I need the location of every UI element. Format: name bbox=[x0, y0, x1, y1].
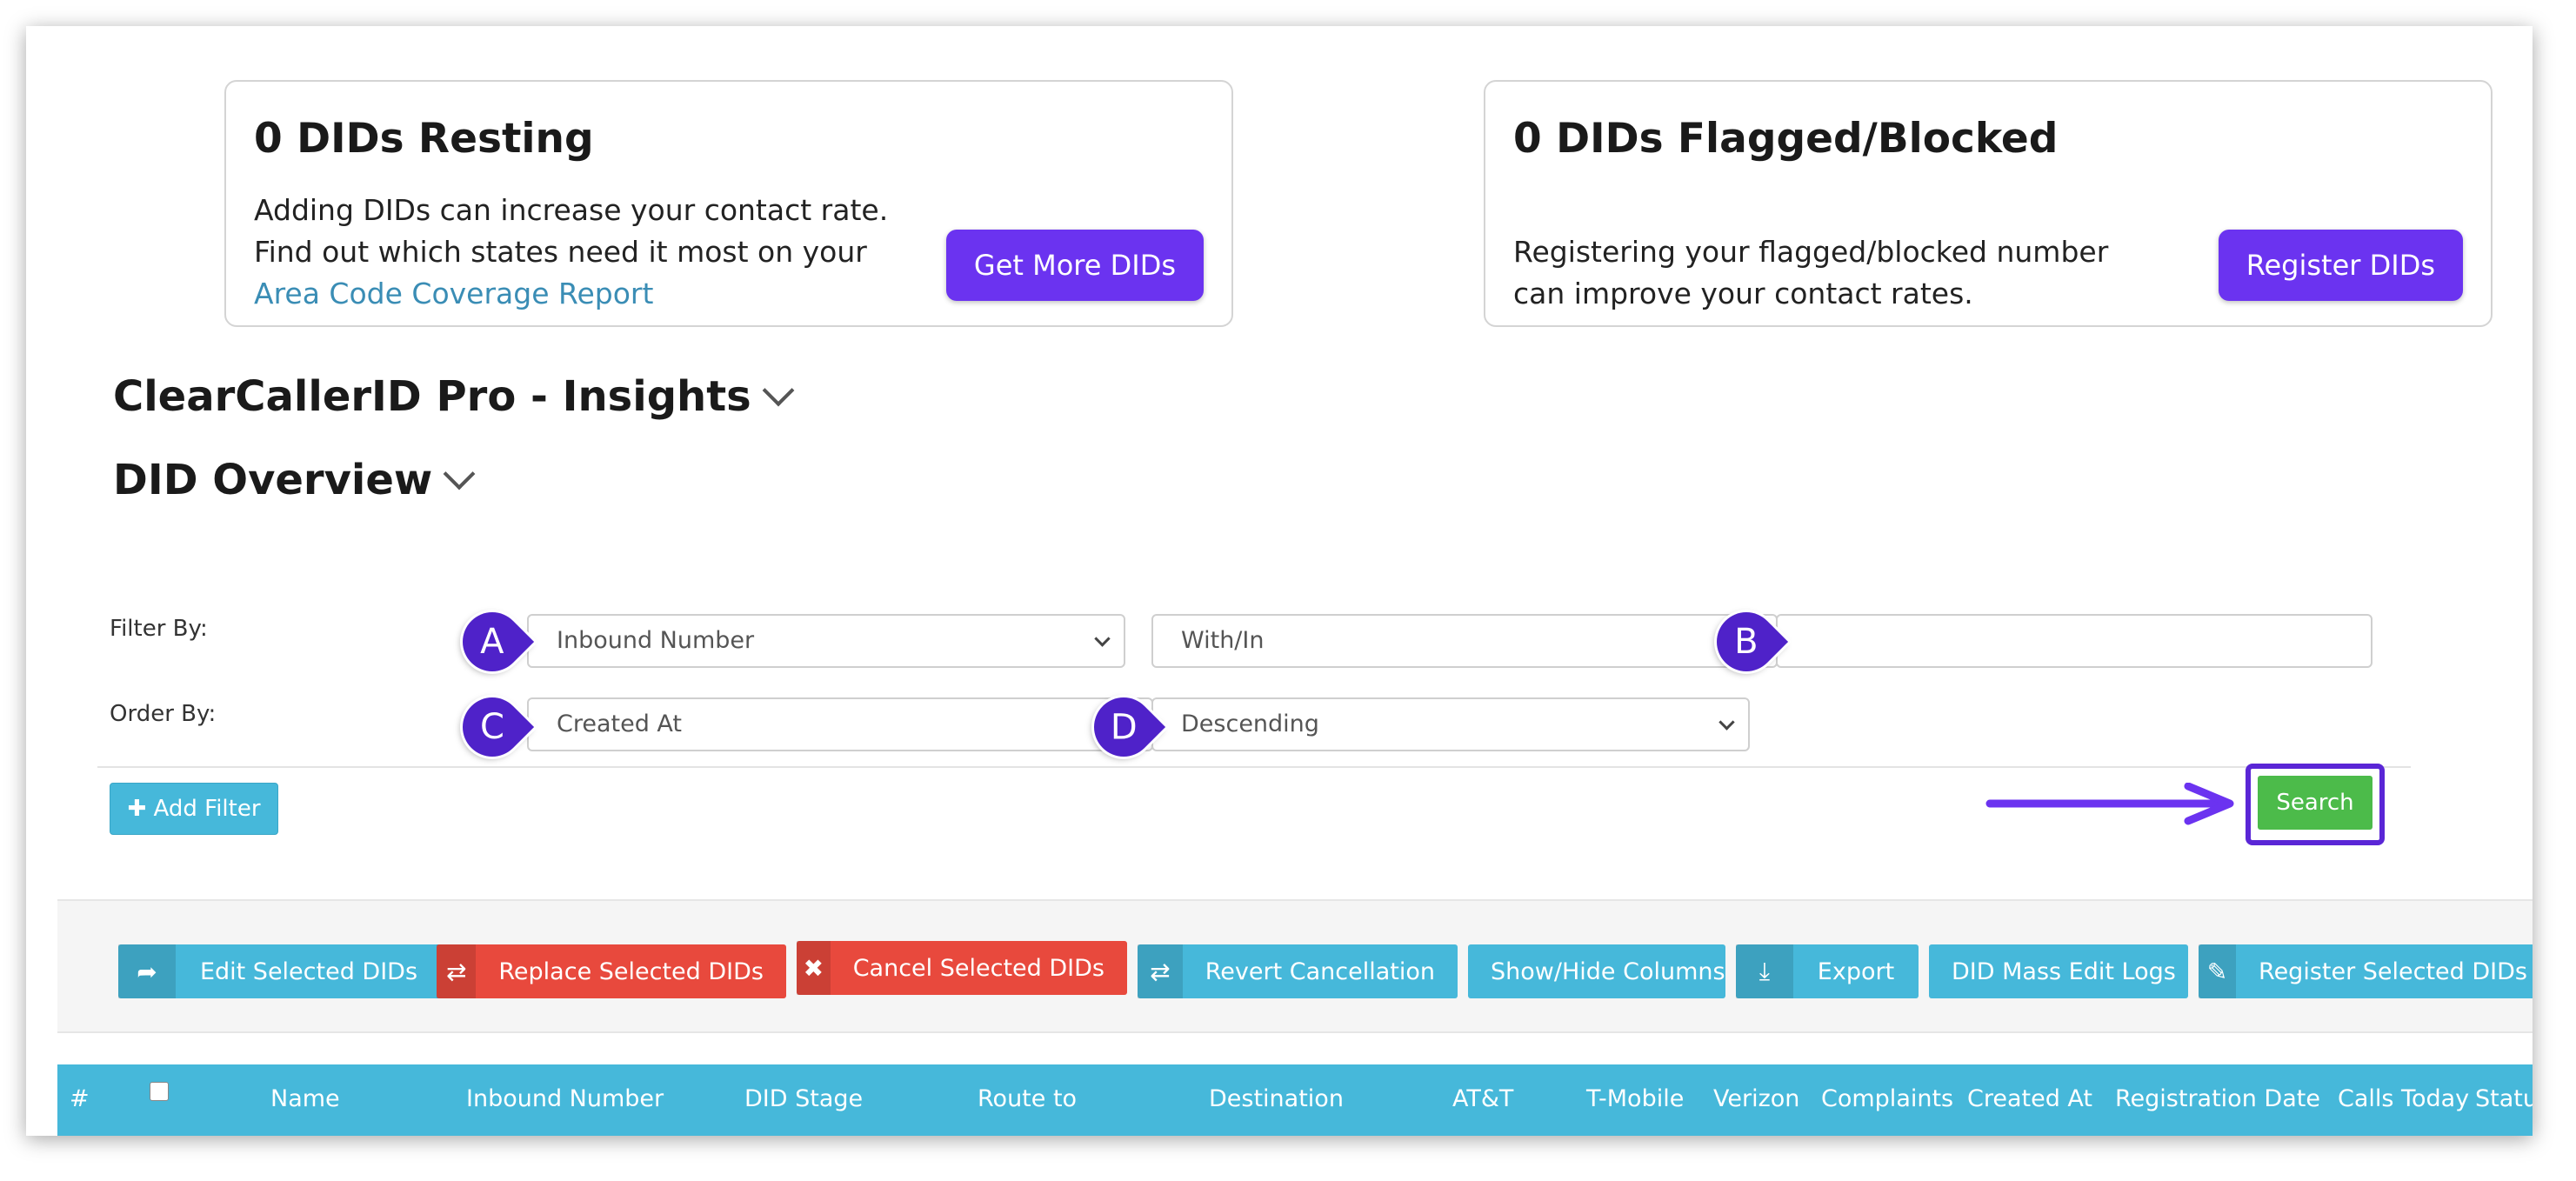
column-index: # bbox=[70, 1085, 90, 1112]
column-registration-date[interactable]: Registration Date bbox=[2115, 1085, 2320, 1112]
column-complaints[interactable]: Complaints bbox=[1821, 1085, 1953, 1112]
annotation-arrow-icon bbox=[1985, 783, 2234, 825]
chevron-down-icon bbox=[1718, 714, 1735, 731]
show-hide-columns-button[interactable]: Show/Hide Columns bbox=[1468, 944, 1725, 998]
retweet-icon: ⇄ bbox=[437, 944, 477, 998]
column-status[interactable]: Status bbox=[2475, 1085, 2533, 1112]
retweet-icon: ⇄ bbox=[1138, 944, 1183, 998]
chevron-down-icon bbox=[1094, 631, 1111, 647]
annotation-marker-a: A bbox=[450, 599, 535, 684]
close-icon: ✖ bbox=[797, 941, 831, 995]
filter-by-label: Filter By: bbox=[110, 616, 208, 642]
column-att[interactable]: AT&T bbox=[1452, 1085, 1513, 1112]
flagged-title: 0 DIDs Flagged/Blocked bbox=[1513, 115, 2059, 163]
column-calls-today[interactable]: Calls Today bbox=[2338, 1085, 2469, 1112]
edit-icon: ✎ bbox=[2199, 944, 2237, 998]
edit-selected-dids-button[interactable]: ➦ Edit Selected DIDs bbox=[118, 944, 442, 998]
column-created-at[interactable]: Created At bbox=[1967, 1085, 2092, 1112]
column-tmobile[interactable]: T-Mobile bbox=[1586, 1085, 1684, 1112]
order-field-select[interactable]: Created At bbox=[527, 697, 1153, 751]
select-all-checkbox[interactable] bbox=[150, 1082, 169, 1101]
overview-section-header[interactable]: DID Overview bbox=[113, 456, 476, 504]
column-did-stage[interactable]: DID Stage bbox=[744, 1085, 863, 1112]
export-button[interactable]: ⤓ Export bbox=[1736, 944, 1919, 998]
filter-divider bbox=[97, 766, 2411, 768]
resting-card: 0 DIDs Resting Adding DIDs can increase … bbox=[224, 80, 1233, 327]
order-direction-value: Descending bbox=[1181, 711, 1319, 737]
column-route-to[interactable]: Route to bbox=[978, 1085, 1077, 1112]
flagged-card: 0 DIDs Flagged/Blocked Registering your … bbox=[1484, 80, 2493, 327]
column-name[interactable]: Name bbox=[270, 1085, 340, 1112]
replace-selected-dids-button[interactable]: ⇄ Replace Selected DIDs bbox=[437, 944, 786, 998]
resting-title: 0 DIDs Resting bbox=[254, 115, 594, 163]
overview-title: DID Overview bbox=[113, 456, 433, 504]
did-table-header: # Name Inbound Number DID Stage Route to… bbox=[57, 1064, 2533, 1136]
page-frame: 0 DIDs Resting Adding DIDs can increase … bbox=[26, 26, 2533, 1136]
revert-cancellation-button[interactable]: ⇄ Revert Cancellation bbox=[1138, 944, 1458, 998]
get-more-dids-button[interactable]: Get More DIDs bbox=[945, 230, 1204, 301]
annotation-marker-b: B bbox=[1704, 599, 1789, 684]
annotation-marker-c: C bbox=[450, 684, 535, 770]
chevron-down-icon bbox=[443, 457, 476, 490]
column-verizon[interactable]: Verizon bbox=[1713, 1085, 1799, 1112]
order-direction-select[interactable]: Descending bbox=[1151, 697, 1750, 751]
filter-field-value: Inbound Number bbox=[557, 627, 755, 654]
column-destination[interactable]: Destination bbox=[1209, 1085, 1344, 1112]
download-icon: ⤓ bbox=[1736, 944, 1793, 998]
filter-operator-field[interactable]: With/In bbox=[1151, 614, 1778, 668]
share-arrow-icon: ➦ bbox=[118, 944, 176, 998]
area-code-coverage-link[interactable]: Area Code Coverage Report bbox=[254, 277, 653, 310]
filter-field-select[interactable]: Inbound Number bbox=[527, 614, 1125, 668]
cancel-selected-dids-button[interactable]: ✖ Cancel Selected DIDs bbox=[797, 941, 1127, 995]
column-inbound-number[interactable]: Inbound Number bbox=[466, 1085, 664, 1112]
plus-icon: ✚ bbox=[127, 796, 154, 822]
register-dids-button[interactable]: Register DIDs bbox=[2218, 230, 2463, 301]
chevron-down-icon bbox=[762, 374, 795, 407]
filter-value-input[interactable] bbox=[1776, 614, 2372, 668]
search-button[interactable]: Search bbox=[2258, 776, 2372, 830]
add-filter-button[interactable]: ✚ Add Filter bbox=[110, 783, 278, 835]
resting-line-1: Adding DIDs can increase your contact ra… bbox=[254, 193, 889, 227]
resting-line-2: Find out which states need it most on yo… bbox=[254, 235, 867, 269]
flagged-line-2: can improve your contact rates. bbox=[1513, 277, 1973, 310]
order-field-value: Created At bbox=[557, 711, 683, 737]
order-by-label: Order By: bbox=[110, 701, 217, 727]
register-selected-dids-button[interactable]: ✎ Register Selected DIDs bbox=[2199, 944, 2533, 998]
did-mass-edit-logs-button[interactable]: DID Mass Edit Logs bbox=[1929, 944, 2188, 998]
insights-title: ClearCallerID Pro - Insights bbox=[113, 372, 751, 421]
bulk-actions-toolbar: ➦ Edit Selected DIDs ⇄ Replace Selected … bbox=[57, 899, 2533, 1033]
flagged-line-1: Registering your flagged/blocked number bbox=[1513, 235, 2109, 269]
insights-section-header[interactable]: ClearCallerID Pro - Insights bbox=[113, 372, 795, 421]
